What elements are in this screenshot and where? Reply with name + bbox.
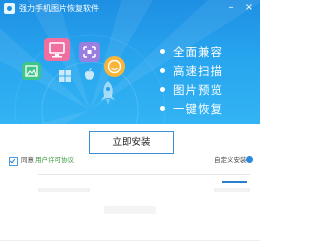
expand-options-icon[interactable] <box>246 156 253 163</box>
installer-window: 强力手机图片恢复软件 – × 全面兼容 高速扫描 图片预览 一键恢复 立即安装 … <box>0 0 260 251</box>
faded-options-row <box>38 188 90 192</box>
feature-label: 全面兼容 <box>173 44 223 59</box>
feature-item: 图片预览 <box>160 80 223 99</box>
options-accent-bar <box>222 181 247 183</box>
apple-icon <box>84 66 95 80</box>
license-agreement-link[interactable]: 用户许可协议 <box>35 156 74 165</box>
faded-options-row <box>214 188 250 192</box>
install-button[interactable]: 立即安装 <box>89 131 174 154</box>
feature-item: 高速扫描 <box>160 61 223 80</box>
app-title: 强力手机图片恢复软件 <box>19 4 99 13</box>
feature-list: 全面兼容 高速扫描 图片预览 一键恢复 <box>160 42 223 118</box>
close-button[interactable]: × <box>242 1 256 15</box>
divider <box>38 174 250 175</box>
monitor-icon <box>44 38 70 61</box>
feature-item: 一键恢复 <box>160 99 223 118</box>
bullet-dot-icon <box>160 68 165 73</box>
minimize-button[interactable]: – <box>224 1 238 15</box>
bullet-dot-icon <box>160 106 165 111</box>
bottom-divider <box>0 240 260 241</box>
custom-install-link[interactable]: 自定义安装 <box>214 156 247 165</box>
feature-label: 图片预览 <box>173 82 223 97</box>
agree-label: 同意 <box>21 156 34 164</box>
photo-icon <box>22 62 41 80</box>
agree-checkbox[interactable] <box>9 157 18 166</box>
bullet-dot-icon <box>160 87 165 92</box>
windows-icon <box>59 67 71 82</box>
app-logo-icon <box>4 3 15 14</box>
title-bar: 强力手机图片恢复软件 – × <box>0 0 260 18</box>
feature-label: 一键恢复 <box>173 101 223 116</box>
feature-label: 高速扫描 <box>173 63 223 78</box>
header-banner: 强力手机图片恢复软件 – × 全面兼容 高速扫描 图片预览 一键恢复 <box>0 0 260 124</box>
feature-item: 全面兼容 <box>160 42 223 61</box>
crop-icon <box>79 42 100 62</box>
bullet-dot-icon <box>160 49 165 54</box>
rocket-icon <box>96 80 120 106</box>
faded-secondary-button <box>104 206 156 214</box>
smile-icon <box>104 56 125 77</box>
